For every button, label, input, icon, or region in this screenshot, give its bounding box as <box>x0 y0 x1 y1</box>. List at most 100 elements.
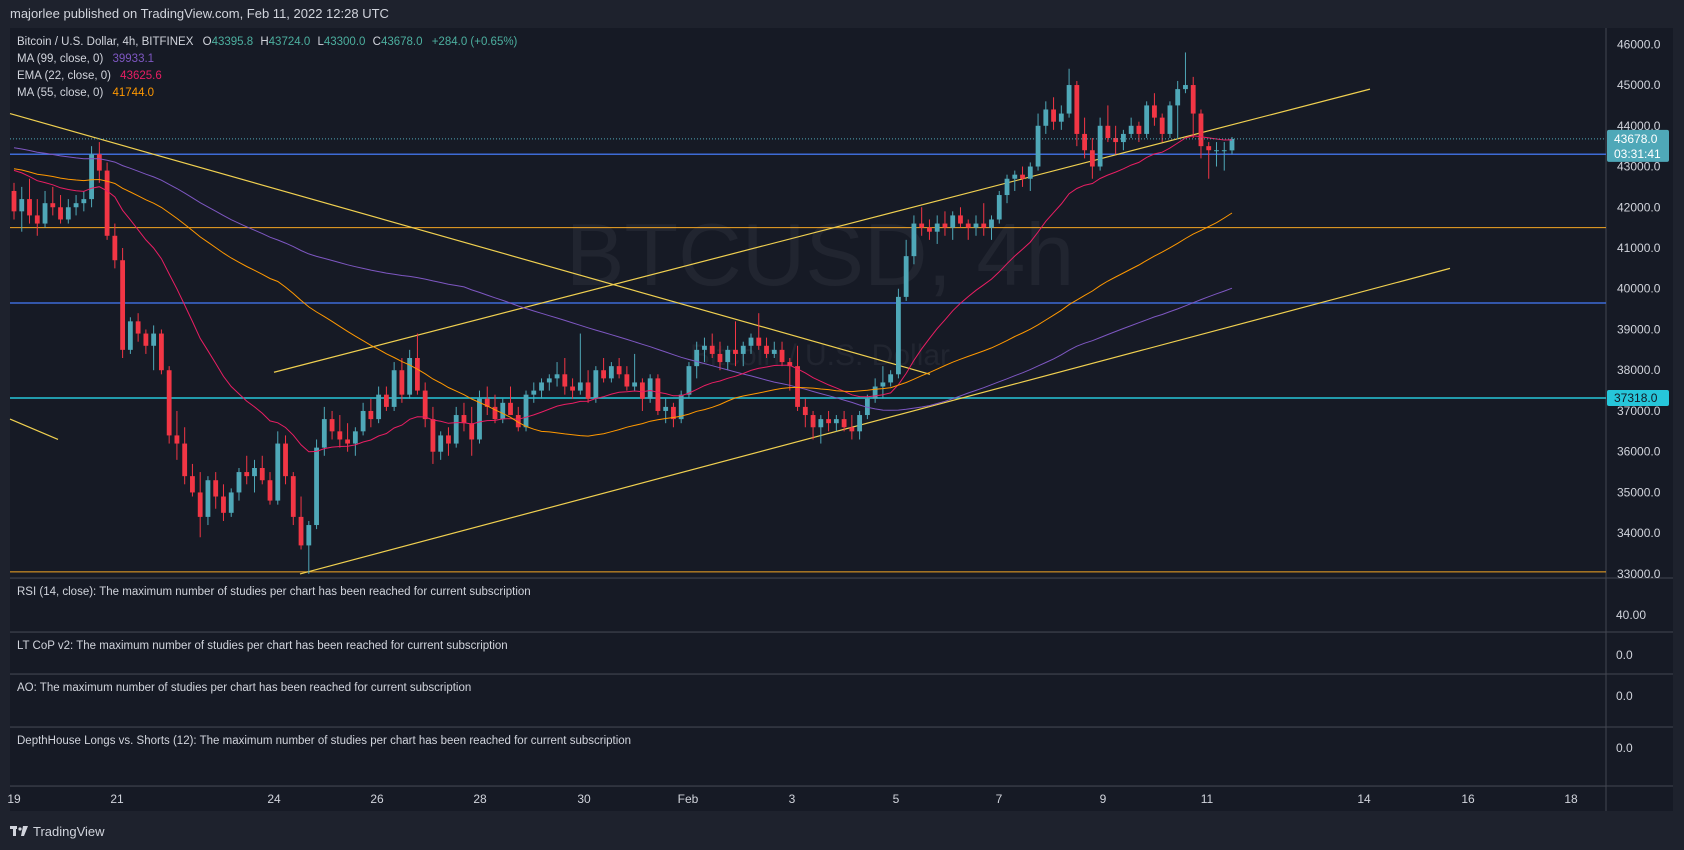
candle-body <box>841 419 847 428</box>
candle-body <box>34 215 40 224</box>
candle-body <box>228 492 234 513</box>
candle-body <box>275 443 281 501</box>
candle-body <box>290 476 296 517</box>
candle-body <box>267 480 273 501</box>
candle-body <box>1167 105 1173 134</box>
candle-body <box>65 207 71 220</box>
x-tick-label: 24 <box>267 792 281 806</box>
candle-body <box>748 337 754 346</box>
candle-body <box>376 394 382 420</box>
candle-body <box>764 345 769 354</box>
x-tick-label: 28 <box>473 792 487 806</box>
candle-body <box>577 382 583 391</box>
y-tick-label: 41000.0 <box>1617 241 1661 255</box>
legend-low: 43300.0 <box>323 36 366 48</box>
y-tick-label: 45000.0 <box>1617 78 1661 92</box>
candle-body <box>391 370 397 407</box>
candle-body <box>182 443 188 477</box>
candle-body <box>601 370 607 379</box>
candle-body <box>1206 146 1212 151</box>
candle-body <box>896 296 901 375</box>
candle-body <box>1175 89 1181 106</box>
candle-body <box>686 366 692 395</box>
candle-body <box>1229 138 1235 151</box>
candle-body <box>112 235 118 261</box>
tradingview-brand-text: TradingView <box>33 824 105 839</box>
candle-body <box>593 370 599 399</box>
candle-body <box>19 199 25 212</box>
ao-pane-label: AO: The maximum number of studies per ch… <box>17 682 472 694</box>
x-tick-label: Feb <box>678 792 699 806</box>
candle-body <box>221 496 226 513</box>
legend-indicator-ma55[interactable]: MA (55, close, 0) 41744.0 <box>17 85 517 102</box>
x-tick-label: 7 <box>996 792 1003 806</box>
x-tick-label: 18 <box>1564 792 1578 806</box>
last-price-value: 43678.0 <box>1614 132 1658 146</box>
candle-body <box>42 203 48 224</box>
candle-body <box>996 195 1002 220</box>
legend-open-label: O <box>202 36 212 48</box>
indicator-value: 41744.0 <box>112 87 155 99</box>
candle-body <box>562 374 568 387</box>
depthhouse-pane-label: DepthHouse Longs vs. Shorts (12): The ma… <box>17 735 632 747</box>
candle-body <box>283 443 288 477</box>
y-tick-label: 35000.0 <box>1617 485 1661 499</box>
candle-body <box>469 423 475 440</box>
candle-body <box>1074 85 1080 134</box>
candle-body <box>802 406 808 416</box>
candle-body <box>1066 85 1072 114</box>
indicator-label: MA (99, close, 0) <box>17 53 104 65</box>
candle-body <box>143 333 149 346</box>
legend-indicator-ma99[interactable]: MA (99, close, 0) 39933.1 <box>17 51 517 68</box>
candle-body <box>89 154 94 200</box>
candle-body <box>1128 125 1134 134</box>
indicator-label: MA (55, close, 0) <box>17 87 104 99</box>
chart-canvas[interactable]: BTCUSD, 4hBitcoin / U.S. Dollar33000.034… <box>0 0 1684 850</box>
candle-body <box>399 370 405 395</box>
watermark-symbol: BTCUSD, 4h <box>566 205 1075 304</box>
candle-body <box>810 415 816 428</box>
x-tick-label: 21 <box>110 792 124 806</box>
candle-body <box>73 203 79 208</box>
candle-body <box>1089 150 1095 167</box>
candle-body <box>1004 178 1010 196</box>
y-tick-label: 36000.0 <box>1617 445 1661 459</box>
candle-body <box>477 398 482 440</box>
candle-body <box>127 321 133 350</box>
candle-body <box>259 468 265 481</box>
indicator-label: EMA (22, close, 0) <box>17 70 111 82</box>
tradingview-brand[interactable]: TradingView <box>10 824 105 839</box>
candle-body <box>158 333 164 371</box>
y-tick-label: 39000.0 <box>1617 322 1661 336</box>
candle-body <box>833 419 839 424</box>
legend-indicator-ema22[interactable]: EMA (22, close, 0) 43625.6 <box>17 68 517 85</box>
candle-body <box>1159 117 1165 134</box>
legend-open: 43395.8 <box>211 36 254 48</box>
x-tick-label: 5 <box>893 792 900 806</box>
price-countdown: 03:31:41 <box>1614 147 1661 161</box>
candle-body <box>314 447 319 526</box>
ltcop-pane-value: 0.0 <box>1616 648 1633 662</box>
candle-body <box>337 431 343 440</box>
candle-body <box>872 386 878 399</box>
candle-body <box>639 382 645 399</box>
candle-body <box>981 223 987 228</box>
legend-symbol[interactable]: Bitcoin / U.S. Dollar, 4h, BITFINEX <box>17 36 193 48</box>
candle-body <box>1051 109 1056 122</box>
candle-body <box>965 223 971 228</box>
y-tick-label: 37000.0 <box>1617 404 1661 418</box>
candle-body <box>927 227 932 232</box>
candle-body <box>345 439 350 444</box>
candle-body <box>1136 125 1142 134</box>
candle-body <box>733 349 738 354</box>
y-tick-label: 42000.0 <box>1617 200 1661 214</box>
x-tick-label: 9 <box>1100 792 1107 806</box>
candle-body <box>329 419 335 432</box>
candle-body <box>539 382 544 391</box>
candle-body <box>453 415 459 444</box>
candle-body <box>438 435 444 452</box>
candle-body <box>81 199 87 204</box>
candle-body <box>500 402 506 420</box>
level-badge-value: 37318.0 <box>1614 391 1658 405</box>
candle-body <box>244 472 250 477</box>
